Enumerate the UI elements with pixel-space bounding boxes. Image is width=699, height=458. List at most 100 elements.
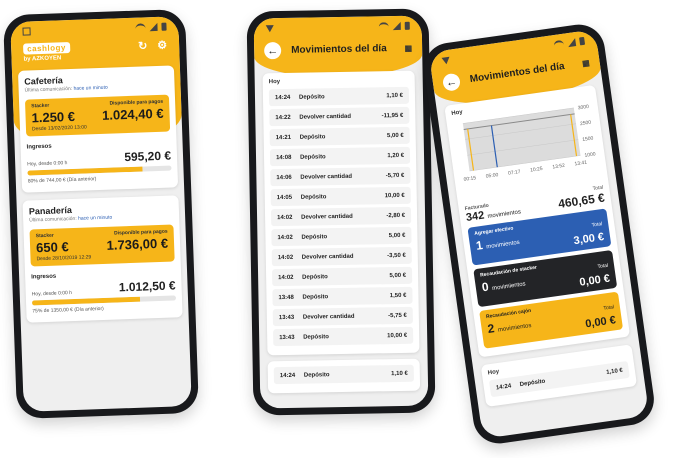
- movement-amount: -5,70 €: [385, 172, 405, 179]
- x-tick-label: 07:17: [508, 169, 521, 177]
- x-tick-label: 10:25: [530, 166, 543, 174]
- movement-row[interactable]: 14:02 Devolver cantidad -3,50 €: [271, 246, 412, 267]
- movement-desc: Devolver cantidad: [302, 313, 355, 321]
- back-arrow-icon[interactable]: ←: [441, 72, 462, 92]
- stacker-value: 1.250 €: [31, 108, 76, 126]
- movement-desc: Depósito: [302, 293, 329, 301]
- wifi-icon: [553, 39, 565, 50]
- screen: ← Movimientos del día ▦ Hoy 3000 2500 1500…: [428, 29, 650, 439]
- stacker-date: Desde 13/02/2020 13:00: [31, 124, 87, 133]
- movement-desc: Depósito: [303, 371, 330, 379]
- x-tick-label: 13:41: [574, 160, 587, 168]
- app-logo: cashlogy: [23, 41, 71, 55]
- battery-icon: [161, 22, 167, 31]
- balance-box: Stacker 1.250 € Desde 13/02/2020 13:00 D…: [24, 94, 171, 137]
- calendar-icon[interactable]: ▦: [405, 44, 413, 53]
- income-value: 1.012,50 €: [118, 278, 176, 295]
- movements-panel: Hoy 14:24 Depósito 1,10 € 14:22 Devolver can…: [262, 70, 420, 356]
- movement-time: 14:05: [276, 194, 293, 201]
- notification-icon: [265, 24, 274, 32]
- back-arrow-icon[interactable]: ←: [264, 42, 282, 60]
- signal-icon: [149, 22, 158, 32]
- movement-time: 14:21: [275, 134, 292, 141]
- movement-row[interactable]: 14:02 Depósito 5,00 €: [271, 266, 413, 287]
- movement-desc: Depósito: [300, 193, 327, 201]
- screen: ← Movimientos del día ▦ Hoy 14:24 Depósit…: [253, 15, 429, 409]
- movement-amount: -2,80 €: [386, 212, 406, 219]
- movement-row[interactable]: 14:06 Devolver cantidad -5,70 €: [270, 166, 411, 187]
- movement-desc: Devolver cantidad: [301, 213, 353, 221]
- movement-time: 14:24: [495, 382, 512, 391]
- movement-amount: 5,00 €: [386, 132, 404, 139]
- movement-desc: Devolver cantidad: [301, 253, 354, 261]
- page-title: Movimientos del día: [291, 43, 387, 56]
- movement-row[interactable]: 13:48 Depósito 1,50 €: [272, 286, 413, 307]
- signal-icon: [392, 21, 401, 31]
- movement-time: 14:02: [278, 274, 294, 281]
- income-compare: 75% de 1350,00 € (Día anterior): [32, 305, 104, 315]
- activity-chart: 3000 2500 1500 1000 00:15 05:00 07:17 10:25 13:5…: [452, 101, 601, 198]
- settings-icon[interactable]: ⚙: [157, 39, 167, 52]
- movement-desc: Depósito: [298, 93, 325, 101]
- battery-icon: [404, 21, 410, 30]
- movement-time: 13:43: [278, 314, 295, 321]
- movement-row[interactable]: 14:08 Depósito 1,20 €: [269, 146, 411, 167]
- stacker-value: 650 €: [35, 239, 69, 256]
- movement-row[interactable]: 13:43 Depósito 10,00 €: [273, 326, 414, 347]
- movement-amount: 10,00 €: [387, 332, 408, 339]
- phone-movements-list: ← Movimientos del día ▦ Hoy 14:24 Depósit…: [246, 8, 436, 416]
- movement-row[interactable]: 14:22 Devolver cantidad -11,95 €: [269, 106, 410, 127]
- movement-row[interactable]: 14:21 Depósito 5,00 €: [269, 126, 410, 147]
- movement-amount: -3,50 €: [387, 252, 406, 259]
- signal-icon: [567, 38, 577, 48]
- movement-row[interactable]: 14:02 Depósito 5,00 €: [271, 226, 412, 247]
- movement-time: 14:08: [275, 154, 292, 161]
- refresh-icon[interactable]: ↻: [138, 39, 148, 52]
- chart-area: [462, 107, 581, 172]
- chart-svg: 3000 2500 1500 1000 00:15 05:00 07:17 10:25 13:5…: [462, 104, 596, 183]
- movement-amount: 1,10 €: [605, 367, 624, 376]
- movement-row[interactable]: 14:24 Depósito 1,10 €: [268, 86, 410, 107]
- movement-desc: Depósito: [301, 233, 328, 241]
- movement-row[interactable]: 14:05 Depósito 10,00 €: [270, 186, 411, 207]
- income-value: 595,20 €: [124, 148, 172, 165]
- x-tick-label: 00:15: [463, 175, 476, 183]
- income-since: Hoy, desde 0:00 h: [31, 290, 73, 298]
- y-tick-label: 3000: [577, 104, 589, 112]
- movement-row[interactable]: 13:43 Devolver cantidad -5,75 €: [272, 306, 413, 327]
- income-progress-fill: [31, 296, 141, 306]
- movement-desc: Depósito: [519, 378, 546, 388]
- movement-amount: 5,00 €: [388, 232, 406, 239]
- stacker-date: Desde 28/10/2019 12:29: [36, 254, 92, 263]
- notification-icon: [441, 56, 451, 65]
- wifi-icon: [135, 23, 146, 32]
- movement-amount: 10,00 €: [384, 192, 405, 199]
- movements-panel-extra: 14:24 Depósito 1,10 €: [267, 358, 421, 394]
- income-since: Hoy, desde 0:00 h: [27, 160, 68, 168]
- phone-summary: ← Movimientos del día ▦ Hoy 3000 2500 1500…: [420, 21, 658, 447]
- y-tick-label: 2500: [580, 120, 592, 128]
- income-compare: 80% de 744,00 € (Día anterior): [27, 176, 97, 185]
- movement-time: 14:02: [277, 254, 294, 261]
- nav-bar: ← Movimientos del día ▦: [254, 36, 422, 64]
- available-value: 1.024,40 €: [101, 105, 164, 123]
- movement-time: 14:24: [274, 94, 291, 101]
- movement-row[interactable]: 14:24 Depósito 1,10 €: [273, 364, 414, 385]
- store-card-cafeteria[interactable]: Cafetería Última comunicación: hace un m…: [17, 65, 179, 193]
- movement-amount: 1,20 €: [387, 152, 405, 159]
- movement-amount: -5,75 €: [388, 312, 407, 319]
- battery-icon: [579, 36, 586, 46]
- last-communication-link: hace un minuto: [73, 84, 108, 92]
- calendar-icon[interactable]: ▦: [582, 58, 591, 68]
- movement-row[interactable]: 14:02 Devolver cantidad -2,80 €: [270, 206, 412, 227]
- wifi-icon: [378, 22, 389, 31]
- store-card-panaderia[interactable]: Panadería Última comunicación: hace un m…: [22, 195, 183, 323]
- x-tick-label: 13:52: [552, 163, 565, 171]
- movement-time: 14:24: [279, 372, 296, 379]
- y-tick-label: 1000: [584, 151, 596, 159]
- movement-amount: -11,95 €: [381, 112, 404, 119]
- movement-time: 14:02: [277, 214, 293, 221]
- phone-dashboard: cashlogy by AZKOYEN ↻ ⚙ Cafetería Última…: [3, 8, 199, 420]
- movement-time: 13:48: [278, 294, 294, 301]
- movement-amount: 5,00 €: [389, 272, 407, 279]
